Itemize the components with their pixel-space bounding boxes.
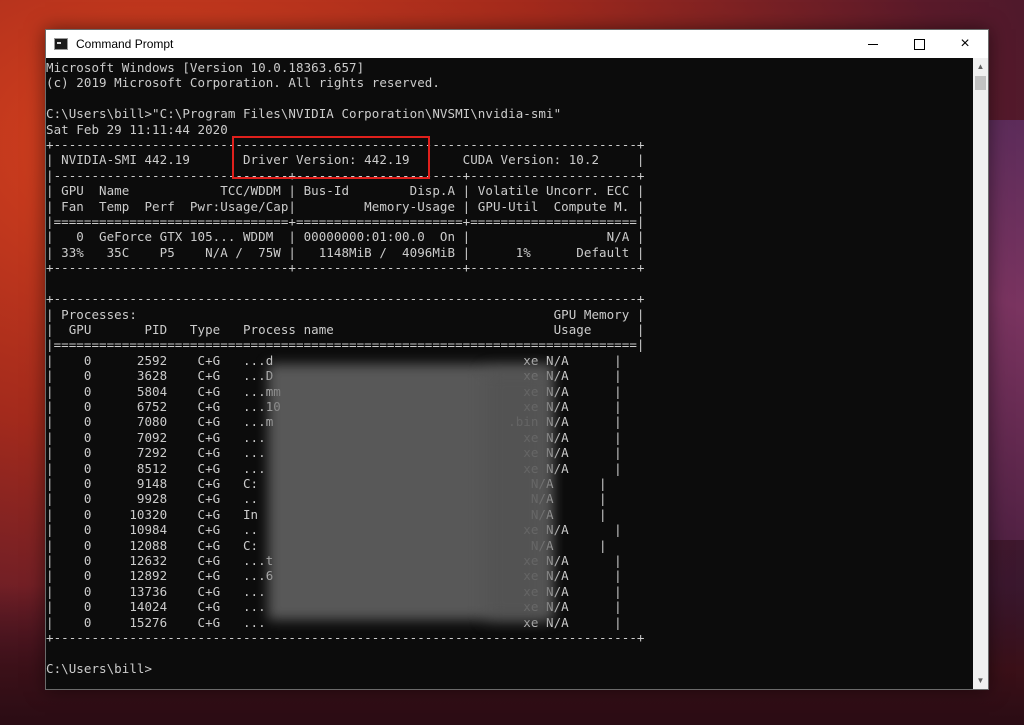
minimize-button[interactable] — [850, 30, 896, 58]
console-line: |-------------------------------+-------… — [46, 167, 645, 183]
console-line: | 0 13736 C+G ... xe N/A | — [46, 583, 622, 599]
window-title: Command Prompt — [76, 37, 174, 51]
console-line: | NVIDIA-SMI 442.19 Driver Version: 442.… — [46, 152, 645, 168]
console-line: | 0 10320 C+G In N/A | — [46, 506, 607, 522]
console-line: | 0 6752 C+G ...10 xe N/A | — [46, 398, 622, 414]
command-prompt-window: Command Prompt × Microsoft Windows [Vers… — [45, 29, 989, 690]
maximize-button[interactable] — [896, 30, 942, 58]
maximize-icon — [913, 38, 925, 50]
console-line: | 0 7092 C+G ... xe N/A | — [46, 429, 622, 445]
console-line: | GPU PID Type Process name Usage | — [46, 321, 645, 337]
console-line: | Processes: GPU Memory | — [46, 306, 645, 322]
console-line: | 0 7080 C+G ...m .bin N/A | — [46, 414, 622, 430]
console-line: | 0 12892 C+G ...6 xe N/A | — [46, 568, 622, 584]
console-line: |===============================+=======… — [46, 214, 645, 230]
console-output[interactable]: Microsoft Windows [Version 10.0.18363.65… — [46, 58, 973, 689]
console-line: | 0 7292 C+G ... xe N/A | — [46, 445, 622, 461]
console-line: C:\Users\bill>"C:\Program Files\NVIDIA C… — [46, 106, 562, 122]
vertical-scrollbar[interactable]: ▲ ▼ — [973, 58, 988, 689]
console-line: | 0 2592 C+G ...d xe N/A | — [46, 352, 622, 368]
close-icon: × — [960, 35, 970, 52]
console-line: +-------------------------------+-------… — [46, 260, 645, 276]
console-line: | 0 GeForce GTX 105... WDDM | 00000000:0… — [46, 229, 645, 245]
console-line: +---------------------------------------… — [46, 137, 645, 153]
console-line: | GPU Name TCC/WDDM | Bus-Id Disp.A | Vo… — [46, 183, 645, 199]
console-line: | Fan Temp Perf Pwr:Usage/Cap| Memory-Us… — [46, 198, 645, 214]
console-line: | 0 14024 C+G ... xe N/A | — [46, 599, 622, 615]
scroll-up-button[interactable]: ▲ — [973, 58, 988, 75]
console-line: | 0 9928 C+G .. N/A | — [46, 491, 607, 507]
console-text: Microsoft Windows [Version 10.0.18363.65… — [46, 58, 973, 676]
console-line: | 0 3628 C+G ...D xe N/A | — [46, 368, 622, 384]
console-line: | 0 15276 C+G ... xe N/A | — [46, 614, 622, 630]
console-line: | 0 5804 C+G ...mm xe N/A | — [46, 383, 622, 399]
console-line: |=======================================… — [46, 337, 645, 353]
minimize-icon — [868, 43, 878, 45]
scroll-thumb[interactable] — [975, 76, 986, 90]
console-line: (c) 2019 Microsoft Corporation. All righ… — [46, 75, 440, 91]
console-line: C:\Users\bill> — [46, 660, 153, 676]
scroll-down-button[interactable]: ▼ — [973, 672, 988, 689]
console-line: Microsoft Windows [Version 10.0.18363.65… — [46, 60, 365, 75]
close-button[interactable]: × — [942, 30, 988, 58]
console-line: | 0 9148 C+G C: N/A | — [46, 475, 607, 491]
console-line: | 33% 35C P5 N/A / 75W | 1148MiB / 4096M… — [46, 244, 645, 260]
cmd-icon — [54, 38, 68, 50]
console-line: | 0 8512 C+G ... xe N/A | — [46, 460, 622, 476]
console-line: | 0 10984 C+G .. xe N/A | — [46, 522, 622, 538]
console-line: +---------------------------------------… — [46, 291, 645, 307]
console-line: | 0 12088 C+G C: N/A | — [46, 537, 607, 553]
console-line: | 0 12632 C+G ...t xe N/A | — [46, 553, 622, 568]
console-line: +---------------------------------------… — [46, 630, 645, 646]
console-line: Sat Feb 29 11:11:44 2020 — [46, 121, 228, 137]
title-bar[interactable]: Command Prompt × — [46, 30, 988, 58]
